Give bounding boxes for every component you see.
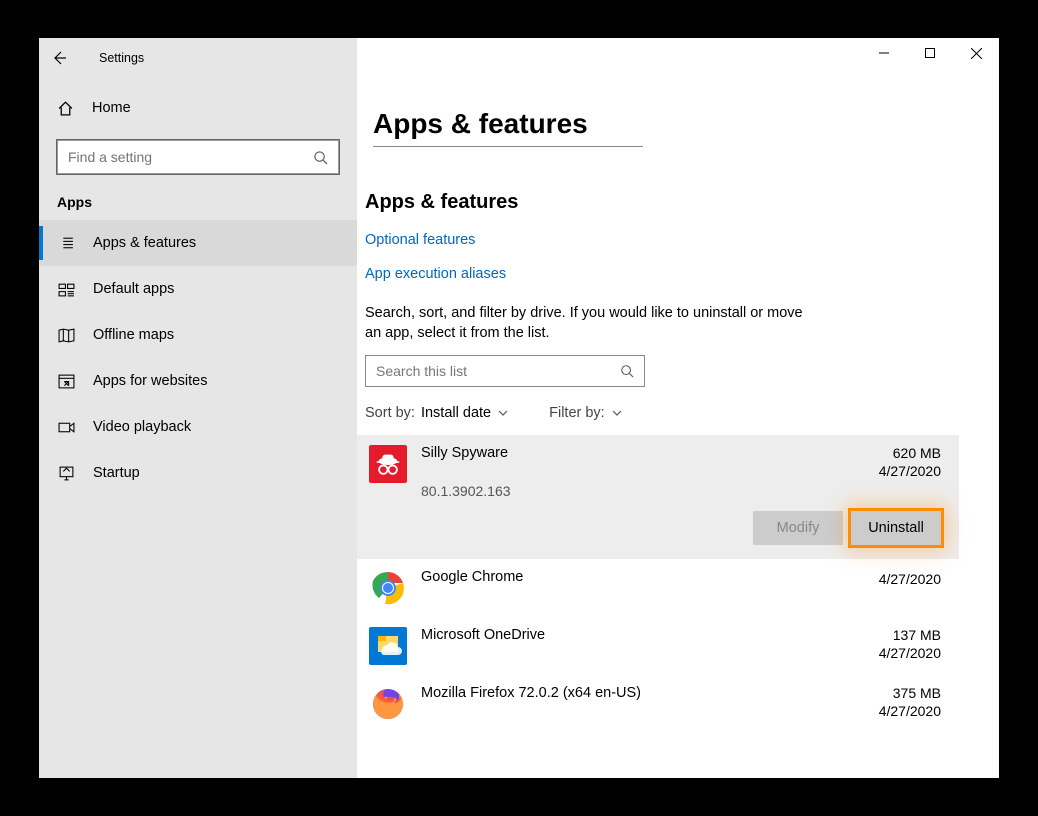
sort-label: Sort by: — [365, 405, 415, 421]
section-heading: Apps & features — [365, 191, 959, 214]
home-label: Home — [92, 100, 131, 116]
app-date: 4/27/2020 — [879, 645, 941, 661]
description: Search, sort, and filter by drive. If yo… — [365, 304, 815, 343]
startup-icon — [57, 465, 75, 482]
uninstall-button[interactable]: Uninstall — [851, 511, 941, 545]
browser-icon — [57, 373, 75, 390]
modify-button: Modify — [753, 511, 843, 545]
close-button[interactable] — [953, 38, 999, 68]
app-icon — [369, 569, 407, 607]
sidebar-item-apps-features[interactable]: Apps & features — [39, 220, 357, 266]
window-title: Settings — [79, 51, 144, 65]
sidebar-item-apps-websites[interactable]: Apps for websites — [39, 358, 357, 404]
sidebar-search[interactable] — [57, 140, 339, 174]
app-search-input[interactable] — [376, 363, 620, 379]
list-icon — [57, 235, 75, 252]
sidebar-item-label: Apps & features — [93, 235, 196, 251]
back-button[interactable] — [39, 38, 79, 78]
search-icon — [620, 364, 634, 378]
sidebar-item-offline-maps[interactable]: Offline maps — [39, 312, 357, 358]
app-row[interactable]: Google Chrome 4/27/2020 — [357, 559, 959, 617]
app-size: 375 MB — [879, 685, 941, 701]
app-row[interactable]: Mozilla Firefox 72.0.2 (x64 en-US) 375 M… — [357, 675, 959, 733]
video-icon — [57, 419, 75, 436]
home-icon — [57, 100, 74, 117]
filter-by-dropdown[interactable]: Filter by: — [549, 405, 623, 421]
app-date: 4/27/2020 — [879, 703, 941, 719]
titlebar: Settings — [39, 38, 999, 78]
sort-by-dropdown[interactable]: Sort by: Install date — [365, 405, 509, 421]
app-name: Mozilla Firefox 72.0.2 (x64 en-US) — [421, 685, 865, 701]
app-row[interactable]: Silly Spyware 80.1.3902.163 620 MB 4/27/… — [357, 435, 959, 559]
sidebar-item-label: Offline maps — [93, 327, 174, 343]
filter-row: Sort by: Install date Filter by: — [365, 405, 959, 421]
sidebar-section: Apps — [39, 174, 357, 220]
sort-value: Install date — [421, 405, 491, 421]
map-icon — [57, 327, 75, 344]
app-aliases-link[interactable]: App execution aliases — [365, 266, 959, 282]
app-date: 4/27/2020 — [879, 463, 941, 479]
app-icon — [369, 627, 407, 665]
sidebar-item-label: Apps for websites — [93, 373, 207, 389]
sidebar-item-default-apps[interactable]: Default apps — [39, 266, 357, 312]
sidebar-item-video-playback[interactable]: Video playback — [39, 404, 357, 450]
sidebar-item-label: Video playback — [93, 419, 191, 435]
app-version: 80.1.3902.163 — [421, 483, 865, 499]
default-icon — [57, 281, 75, 298]
sidebar-item-label: Startup — [93, 465, 140, 481]
optional-features-link[interactable]: Optional features — [365, 232, 959, 248]
app-size: 620 MB — [879, 445, 941, 461]
app-name: Microsoft OneDrive — [421, 627, 865, 643]
chevron-down-icon — [611, 407, 623, 419]
sidebar: Home Apps Apps & features Default app — [39, 78, 357, 778]
app-search[interactable] — [365, 355, 645, 387]
app-name: Silly Spyware — [421, 445, 865, 461]
filter-label: Filter by: — [549, 405, 605, 421]
search-icon — [313, 150, 328, 165]
maximize-button[interactable] — [907, 38, 953, 68]
home-nav[interactable]: Home — [39, 88, 357, 128]
settings-window: Settings Home — [39, 38, 999, 778]
sidebar-item-label: Default apps — [93, 281, 174, 297]
app-icon — [369, 685, 407, 723]
main-panel: Apps & features Apps & features Optional… — [357, 78, 999, 778]
apps-list: Silly Spyware 80.1.3902.163 620 MB 4/27/… — [357, 435, 999, 733]
page-title: Apps & features — [373, 108, 643, 147]
app-size: 137 MB — [879, 627, 941, 643]
app-row[interactable]: Microsoft OneDrive 137 MB 4/27/2020 — [357, 617, 959, 675]
app-name: Google Chrome — [421, 569, 865, 585]
sidebar-item-startup[interactable]: Startup — [39, 450, 357, 496]
app-icon — [369, 445, 407, 483]
chevron-down-icon — [497, 407, 509, 419]
app-date: 4/27/2020 — [879, 571, 941, 587]
minimize-button[interactable] — [861, 38, 907, 68]
sidebar-search-input[interactable] — [68, 149, 313, 165]
